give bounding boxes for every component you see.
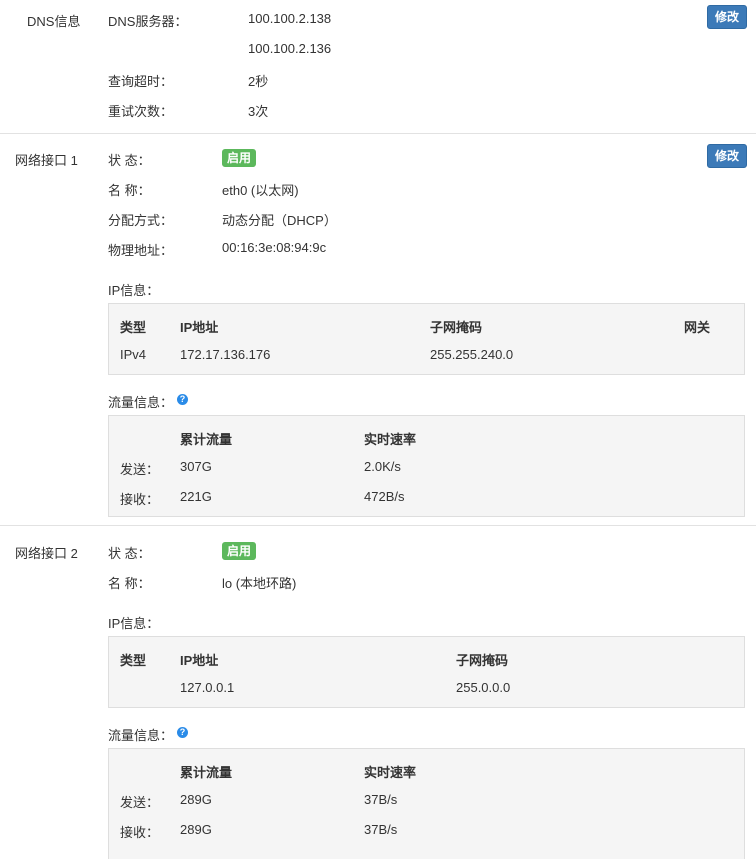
traffic-recv-label: 接收：	[120, 825, 160, 840]
ip-cell-address: 127.0.0.1	[180, 680, 235, 695]
if1-traffic-table: 累计流量 实时速率 发送： 307G 2.0K/s 接收： 221G 472B/…	[108, 415, 745, 517]
if2-ip-info-label: IP信息：	[108, 616, 160, 631]
traffic-send-total: 307G	[180, 459, 212, 474]
ip-col-type: 类型	[120, 653, 147, 668]
if2-ip-table: 类型 IP地址 子网掩码 127.0.0.1 255.0.0.0	[108, 636, 745, 708]
interface-1-label: 网络接口 1	[15, 153, 78, 168]
traffic-recv-total: 289G	[180, 822, 212, 837]
ip-cell-netmask: 255.0.0.0	[456, 680, 511, 695]
traffic-col-total: 累计流量	[180, 432, 233, 447]
dns-retry-value: 3次	[248, 104, 269, 119]
if1-ip-info-label: IP信息：	[108, 283, 160, 298]
if2-status-label: 状 态：	[108, 546, 151, 561]
if1-name-label: 名 称：	[108, 183, 151, 198]
ip-col-netmask: 子网掩码	[430, 320, 483, 335]
ip-cell-netmask: 255.255.240.0	[430, 347, 514, 362]
traffic-send-label: 发送：	[120, 795, 160, 810]
traffic-send-rate: 37B/s	[364, 792, 398, 807]
dns-server-2: 100.100.2.136	[248, 41, 332, 56]
ip-cell-address: 172.17.136.176	[180, 347, 271, 362]
if2-traffic-table: 累计流量 实时速率 发送： 289G 37B/s 接收： 289G 37B/s	[108, 748, 745, 859]
interface-1-edit-button[interactable]: 修改	[707, 144, 747, 168]
traffic-col-rate: 实时速率	[364, 432, 417, 447]
traffic-recv-rate: 472B/s	[364, 489, 405, 504]
if2-name-label: 名 称：	[108, 576, 151, 591]
ip-col-gateway: 网关	[684, 320, 711, 335]
if1-status-label: 状 态：	[108, 153, 151, 168]
if1-name-value: eth0 (以太网)	[222, 183, 299, 198]
traffic-recv-total: 221G	[180, 489, 212, 504]
help-icon[interactable]: ?	[177, 394, 188, 405]
ip-col-address: IP地址	[180, 653, 219, 668]
help-icon[interactable]: ?	[177, 727, 188, 738]
if1-alloc-value: 动态分配（DHCP）	[222, 213, 337, 228]
if1-alloc-label: 分配方式：	[108, 213, 174, 228]
dns-timeout-value: 2秒	[248, 74, 269, 89]
if2-name-value: lo (本地环路)	[222, 576, 297, 591]
if1-traffic-label: 流量信息：	[108, 395, 174, 410]
traffic-col-rate: 实时速率	[364, 765, 417, 780]
ip-col-address: IP地址	[180, 320, 219, 335]
ip-cell-type: IPv4	[120, 347, 147, 362]
dns-server-1: 100.100.2.138	[248, 11, 332, 26]
dns-section-label: DNS信息	[27, 14, 81, 29]
traffic-send-label: 发送：	[120, 462, 160, 477]
ip-col-netmask: 子网掩码	[456, 653, 509, 668]
if1-status-badge: 启用	[222, 149, 257, 167]
dns-timeout-label: 查询超时：	[108, 74, 174, 89]
dns-edit-button[interactable]: 修改	[707, 5, 747, 29]
if1-ip-table: 类型 IP地址 子网掩码 网关 IPv4 172.17.136.176 255.…	[108, 303, 745, 375]
if2-traffic-label: 流量信息：	[108, 728, 174, 743]
traffic-recv-label: 接收：	[120, 492, 160, 507]
interface-2-label: 网络接口 2	[15, 546, 78, 561]
traffic-recv-rate: 37B/s	[364, 822, 398, 837]
if2-status-badge: 启用	[222, 542, 257, 560]
section-divider	[0, 525, 756, 526]
ip-col-type: 类型	[120, 320, 147, 335]
section-divider	[0, 133, 756, 134]
traffic-send-total: 289G	[180, 792, 212, 807]
traffic-send-rate: 2.0K/s	[364, 459, 401, 474]
dns-retry-label: 重试次数：	[108, 104, 174, 119]
if1-mac-label: 物理地址：	[108, 243, 174, 258]
traffic-col-total: 累计流量	[180, 765, 233, 780]
dns-server-label: DNS服务器：	[108, 14, 188, 29]
if1-mac-value: 00:16:3e:08:94:9c	[222, 240, 327, 255]
